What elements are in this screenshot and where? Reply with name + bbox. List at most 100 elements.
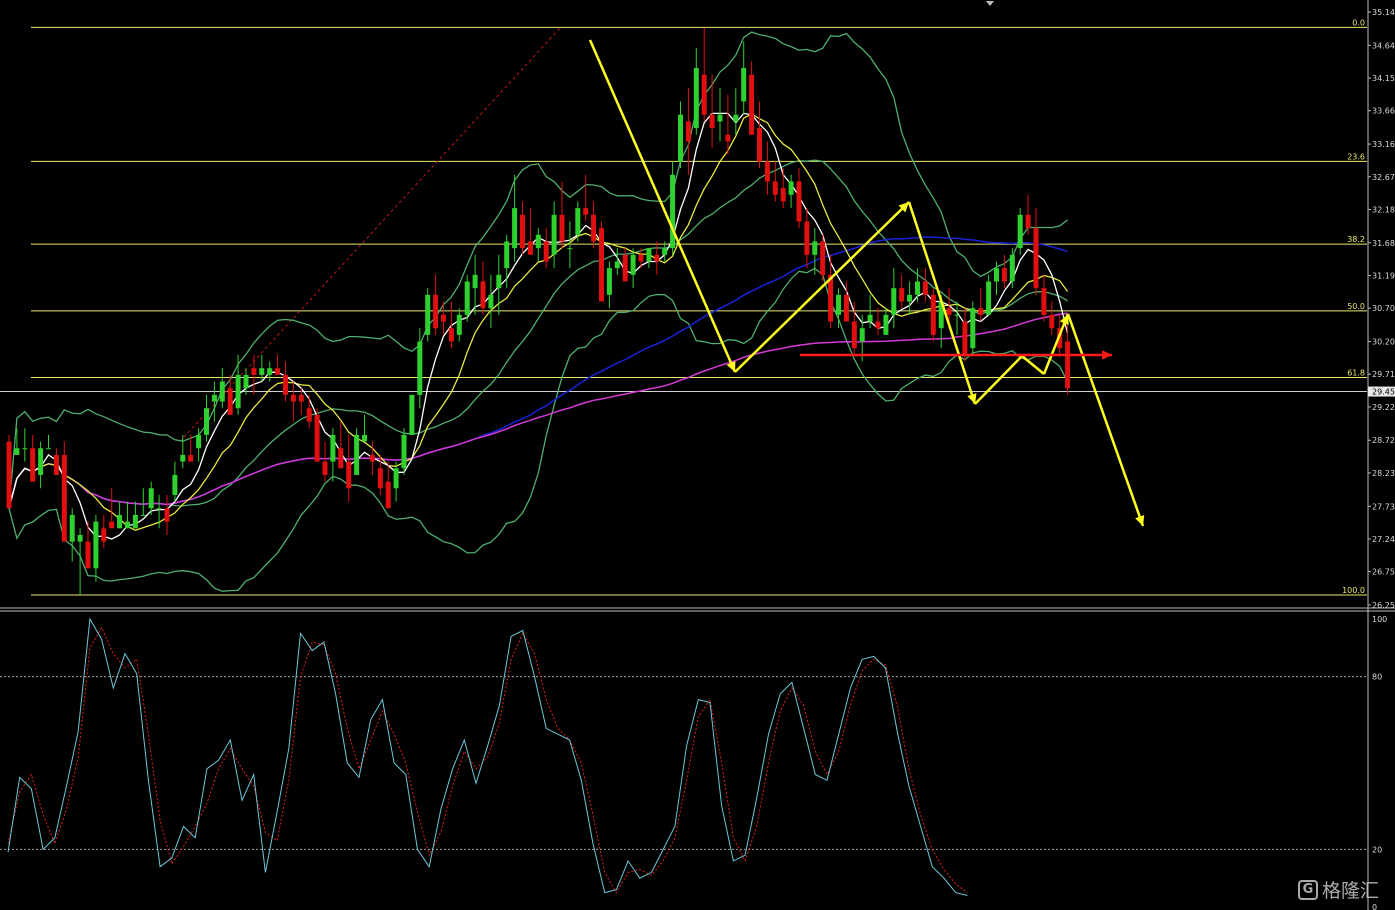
- candle-body: [259, 368, 265, 375]
- candle-body: [401, 434, 407, 469]
- price-tick-label: 33.66: [1372, 107, 1395, 116]
- candle-body: [970, 308, 976, 349]
- candle-body: [1001, 268, 1007, 282]
- candle-body: [1065, 341, 1071, 389]
- candle-body: [283, 374, 288, 395]
- bollinger-lower: [8, 267, 1069, 592]
- stoch-tick-label: 100: [1372, 615, 1387, 624]
- candle-body: [275, 368, 281, 375]
- candle-body: [156, 508, 162, 510]
- price-tick-label: 28.72: [1372, 436, 1395, 445]
- price-pane: 35.14 34.64 34.15 33.66 33.16 32.67 32.18 31.68…: [0, 0, 1395, 910]
- candle-body: [733, 114, 739, 122]
- candle-body: [843, 294, 849, 322]
- candle-body: [101, 528, 107, 542]
- candle-body: [591, 214, 597, 242]
- stochastic-pane: 100 80 20 0: [0, 615, 1387, 910]
- candle-body: [377, 468, 383, 489]
- candle-body: [670, 174, 676, 249]
- candle-body: [69, 514, 75, 542]
- candle-body: [725, 134, 731, 142]
- price-tick-label: 30.20: [1372, 338, 1395, 347]
- candle-body: [425, 294, 431, 335]
- candle-body: [298, 394, 304, 402]
- candle-body: [354, 434, 360, 475]
- candle-body: [338, 448, 344, 469]
- candle-body: [22, 448, 28, 450]
- candle-body: [867, 314, 873, 322]
- price-tick-label: 29.71: [1372, 370, 1395, 379]
- candle-body: [243, 374, 249, 389]
- candle-body: [164, 508, 170, 522]
- candle-body: [1049, 314, 1055, 329]
- candle-body: [140, 514, 146, 516]
- fib-level-label: 50.0: [1347, 302, 1365, 311]
- candle-body: [614, 261, 620, 269]
- candle-body: [180, 454, 186, 462]
- candle-body: [875, 321, 881, 329]
- candle-body: [117, 514, 123, 529]
- fib-level-label: 23.6: [1347, 152, 1365, 161]
- price-tick-label: 27.73: [1372, 502, 1395, 511]
- candle-body: [883, 314, 889, 335]
- candle-body: [219, 381, 225, 402]
- candle-body: [757, 128, 762, 162]
- stoch-tick-label: 80: [1372, 673, 1382, 682]
- candle-body: [543, 241, 549, 262]
- candle-body: [599, 228, 604, 302]
- stoch-tick-label: 0: [1372, 903, 1377, 910]
- candle-body: [638, 254, 644, 262]
- candle-body: [448, 328, 454, 342]
- ma-mid-line: [8, 113, 1069, 532]
- bollinger-middle: [8, 159, 1068, 509]
- candle-body: [535, 234, 541, 249]
- candle-body: [93, 521, 99, 569]
- candle-body: [172, 474, 178, 495]
- candle-body: [764, 161, 770, 182]
- price-tick-label: 33.16: [1372, 140, 1395, 149]
- candle-body: [836, 294, 841, 315]
- arrow-down-3: [1066, 313, 1145, 527]
- candle-body: [188, 454, 194, 462]
- candle-body: [53, 454, 59, 475]
- candle-body: [559, 214, 565, 242]
- candle-body: [369, 454, 375, 462]
- candle-body: [606, 268, 612, 295]
- candle-body: [1025, 214, 1031, 229]
- candle-body: [456, 314, 462, 335]
- candle-body: [109, 521, 115, 529]
- candle-body: [891, 288, 897, 315]
- candle-body: [646, 248, 652, 262]
- price-tick-label: 27.24: [1372, 535, 1395, 544]
- candle-body: [433, 294, 439, 329]
- price-tick-label: 34.64: [1372, 41, 1395, 50]
- candle-body: [125, 521, 130, 529]
- candle-body: [820, 241, 826, 275]
- candle-body: [512, 208, 518, 249]
- candle-body: [330, 434, 336, 462]
- candle-body: [346, 461, 352, 489]
- candle-body: [583, 208, 589, 215]
- candle-body: [290, 394, 296, 402]
- arrow-down-2: [907, 201, 977, 405]
- candle-body: [322, 461, 328, 475]
- candle-body: [780, 188, 786, 202]
- candle-body: [986, 281, 992, 315]
- bollinger-upper: [8, 31, 1068, 509]
- candle-body: [1009, 254, 1015, 282]
- candle-body: [46, 448, 51, 450]
- candle-body: [204, 408, 209, 435]
- candle-body: [196, 434, 202, 449]
- candle-body: [551, 214, 557, 255]
- candle-body: [907, 294, 913, 302]
- candle-body: [1041, 288, 1047, 315]
- candle-body: [77, 534, 83, 542]
- candle-body: [685, 121, 691, 142]
- fib-level-label: 100.0: [1342, 586, 1365, 595]
- stoch-d-line: [7, 626, 968, 894]
- price-tick-label: 30.70: [1372, 304, 1395, 313]
- fib-level-label: 38.2: [1347, 235, 1365, 244]
- price-tick-label: 32.67: [1372, 173, 1395, 182]
- candle-body: [504, 241, 510, 269]
- price-tick-label: 34.15: [1372, 74, 1395, 83]
